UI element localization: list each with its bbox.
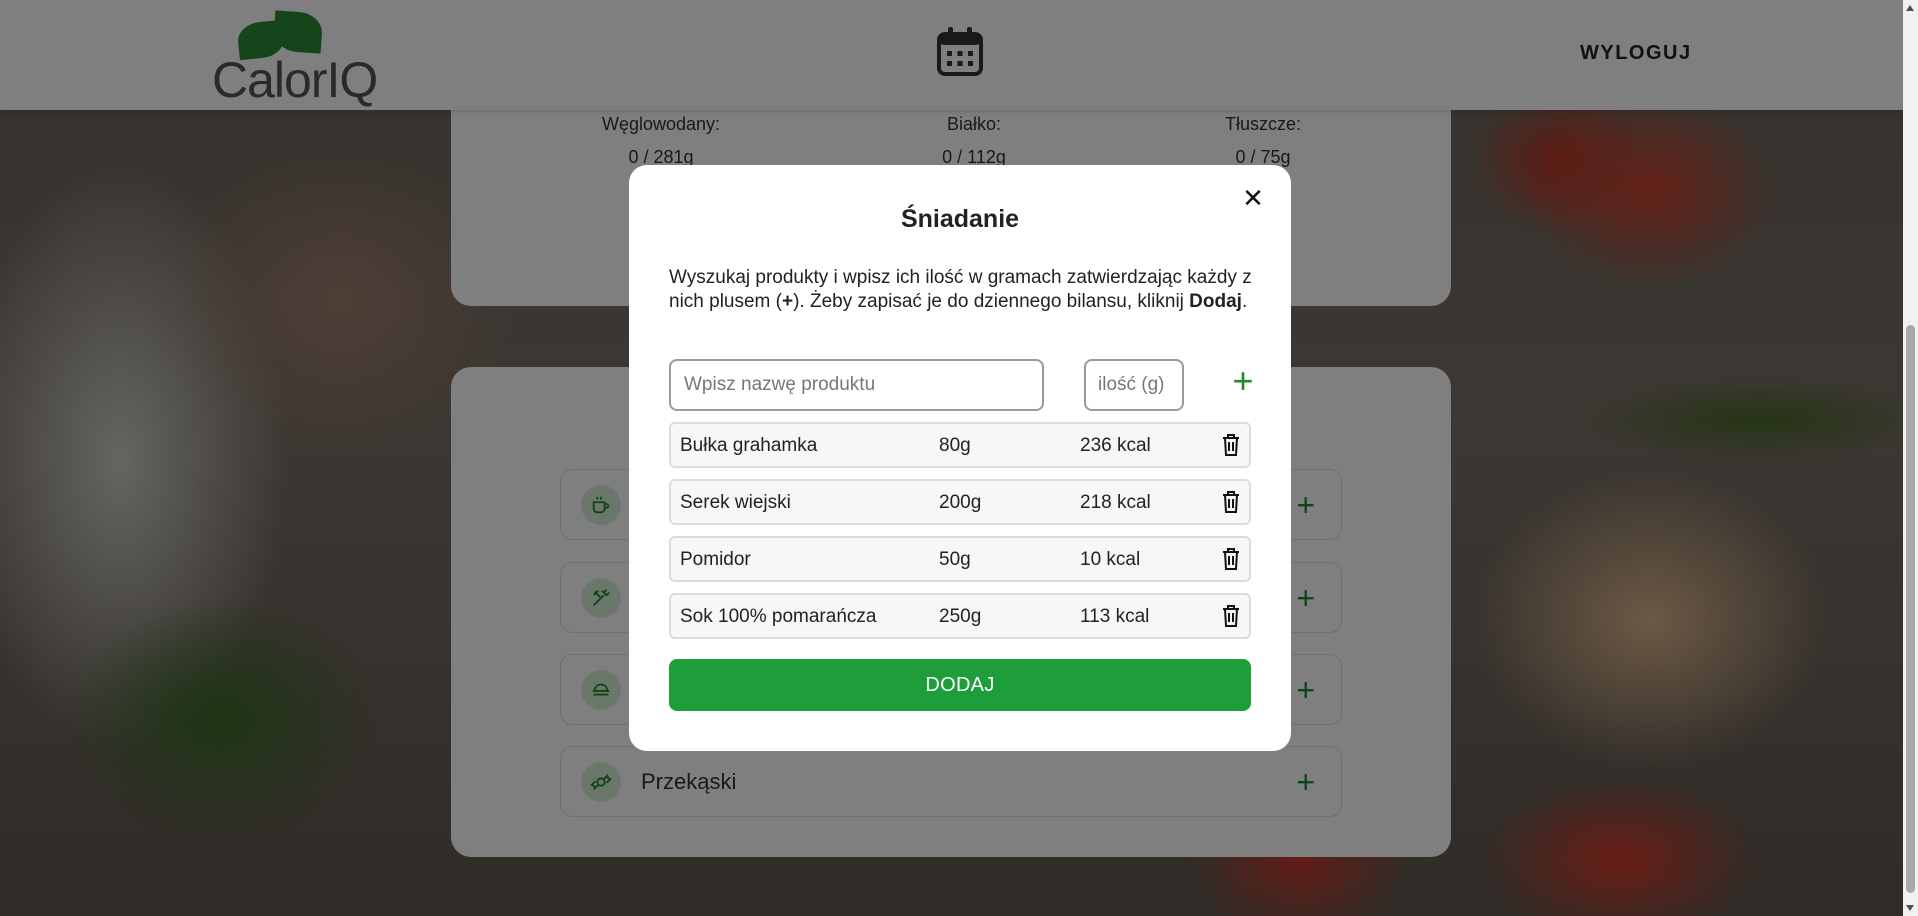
product-name: Bułka grahamka [680,435,818,456]
submit-add-button[interactable]: DODAJ [669,659,1251,711]
scrollbar-thumb[interactable] [1906,325,1915,893]
product-row: Sok 100% pomarańcza 250g 113 kcal [669,593,1251,639]
product-row: Pomidor 50g 10 kcal [669,536,1251,582]
product-name: Serek wiejski [680,492,791,513]
quantity-input[interactable] [1084,359,1184,411]
trash-icon[interactable] [1221,547,1241,571]
trash-icon[interactable] [1221,490,1241,514]
product-search-input[interactable] [669,359,1044,411]
product-row: Serek wiejski 200g 218 kcal [669,479,1251,525]
page-scrollbar[interactable] [1903,0,1918,916]
modal-title: Śniadanie [900,205,1020,233]
product-name: Pomidor [680,549,751,570]
product-name: Sok 100% pomarańcza [680,606,877,627]
scroll-down-arrow-icon[interactable] [1906,905,1914,911]
add-product-plus-icon[interactable]: + [1223,361,1263,401]
product-quantity: 250g [939,606,982,627]
trash-icon[interactable] [1221,604,1241,628]
product-row: Bułka grahamka 80g 236 kcal [669,422,1251,468]
product-quantity: 80g [939,435,971,456]
product-kcal: 113 kcal [1080,606,1150,627]
scroll-up-arrow-icon[interactable] [1906,5,1914,11]
trash-icon[interactable] [1221,433,1241,457]
meal-modal: ✕ Śniadanie Wyszukaj produkty i wpisz ic… [629,165,1291,751]
product-kcal: 236 kcal [1080,435,1151,456]
modal-description: Wyszukaj produkty i wpisz ich ilość w gr… [669,267,1252,312]
product-kcal: 218 kcal [1080,492,1151,513]
product-quantity: 50g [939,549,971,570]
product-kcal: 10 kcal [1080,549,1141,570]
product-quantity: 200g [939,492,982,513]
